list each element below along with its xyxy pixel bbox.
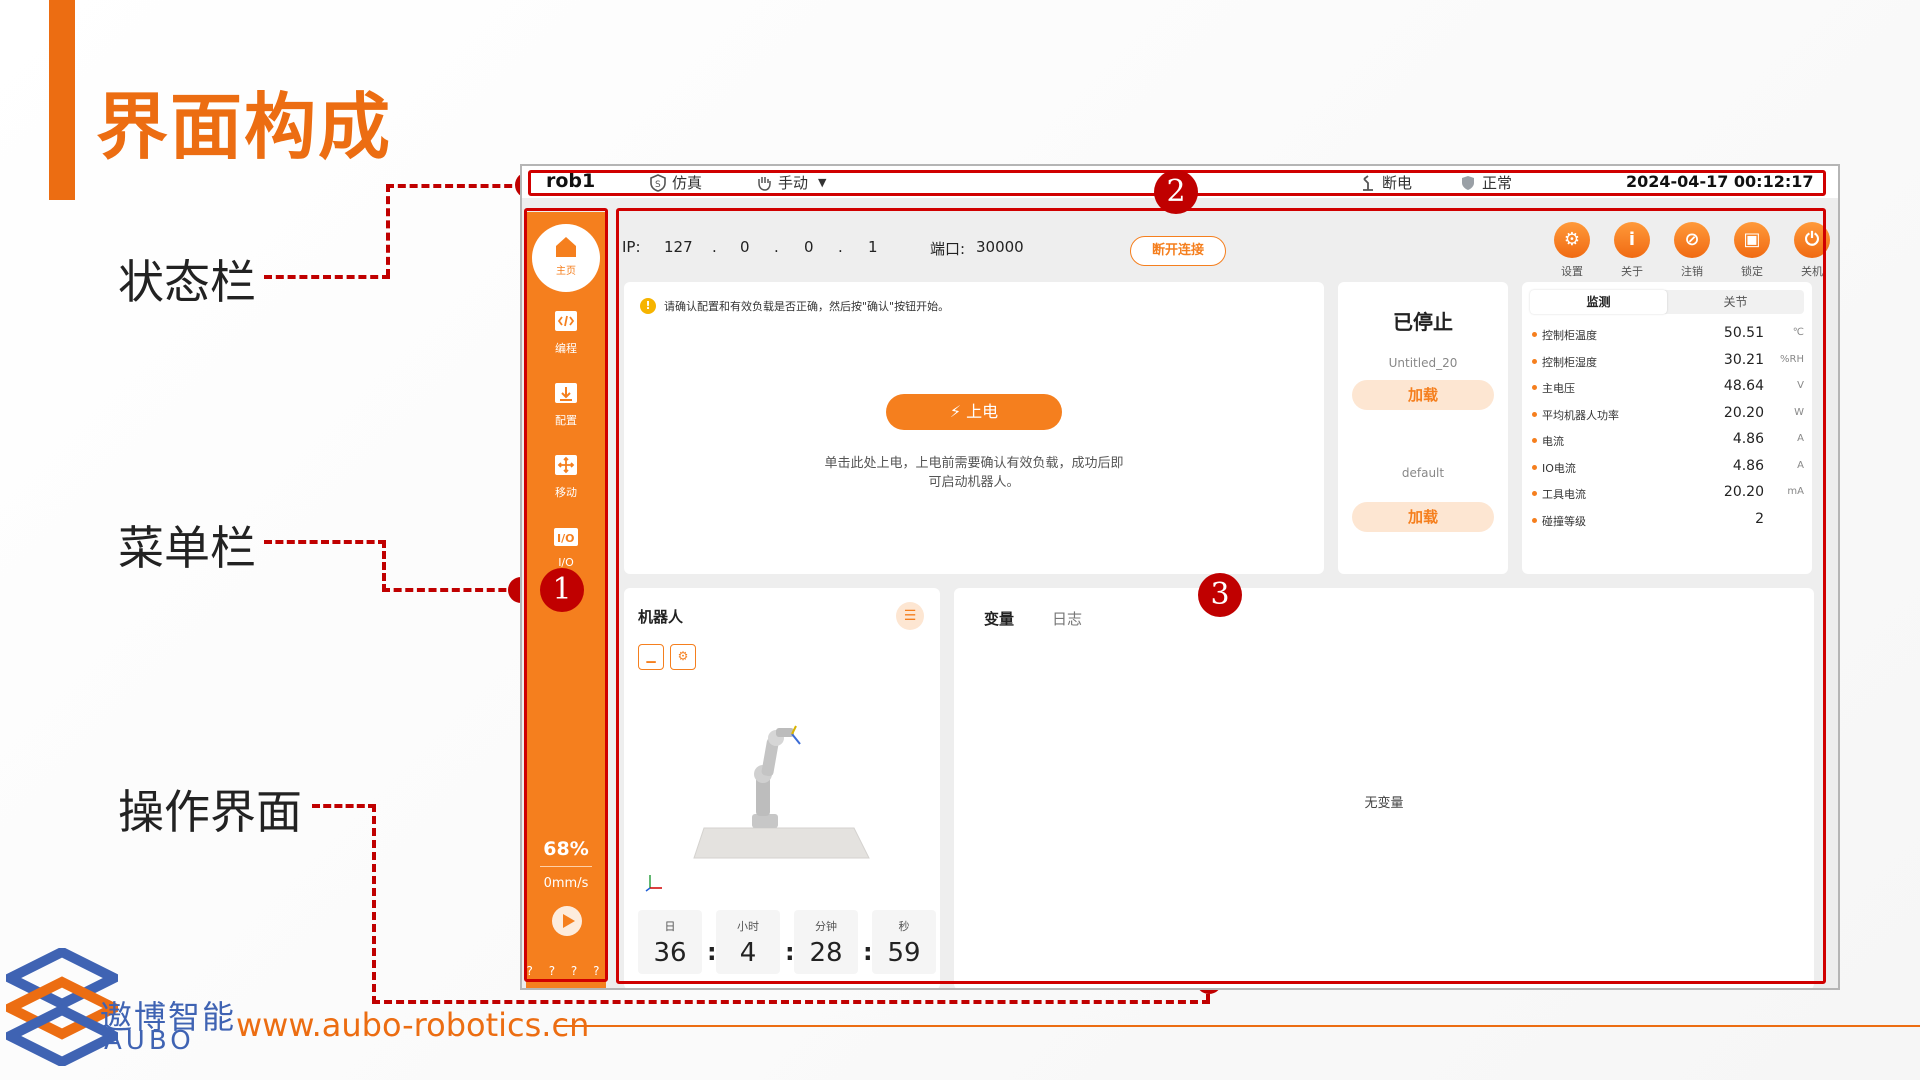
marker-badge: 3 — [1198, 573, 1242, 617]
leader-line — [372, 1000, 1210, 1004]
leader-line — [372, 804, 376, 1004]
brand-url[interactable]: www.aubo-robotics.cn — [236, 1006, 589, 1044]
accent-bar — [49, 0, 75, 200]
leader-line — [312, 804, 376, 808]
leader-line — [386, 184, 524, 188]
footer-line — [556, 1025, 1920, 1027]
brand-name-en: AUBO — [104, 1026, 195, 1056]
callout-status-bar: 状态栏 — [118, 255, 256, 309]
slide: 界面构成 状态栏 菜单栏 操作界面 rob1 S 仿真 手动 ▼ 断电 正常 2… — [0, 0, 1920, 1080]
callout-operation-ui: 操作界面 — [118, 785, 302, 839]
slide-title: 界面构成 — [96, 85, 393, 169]
marker-badge: 2 — [1154, 170, 1198, 214]
callout-menu-bar: 菜单栏 — [118, 521, 256, 575]
marker-badge: 1 — [540, 568, 584, 612]
leader-line — [386, 184, 390, 277]
leader-line — [382, 588, 518, 592]
leader-line — [264, 540, 386, 544]
leader-line — [382, 540, 386, 592]
leader-line — [264, 275, 390, 279]
